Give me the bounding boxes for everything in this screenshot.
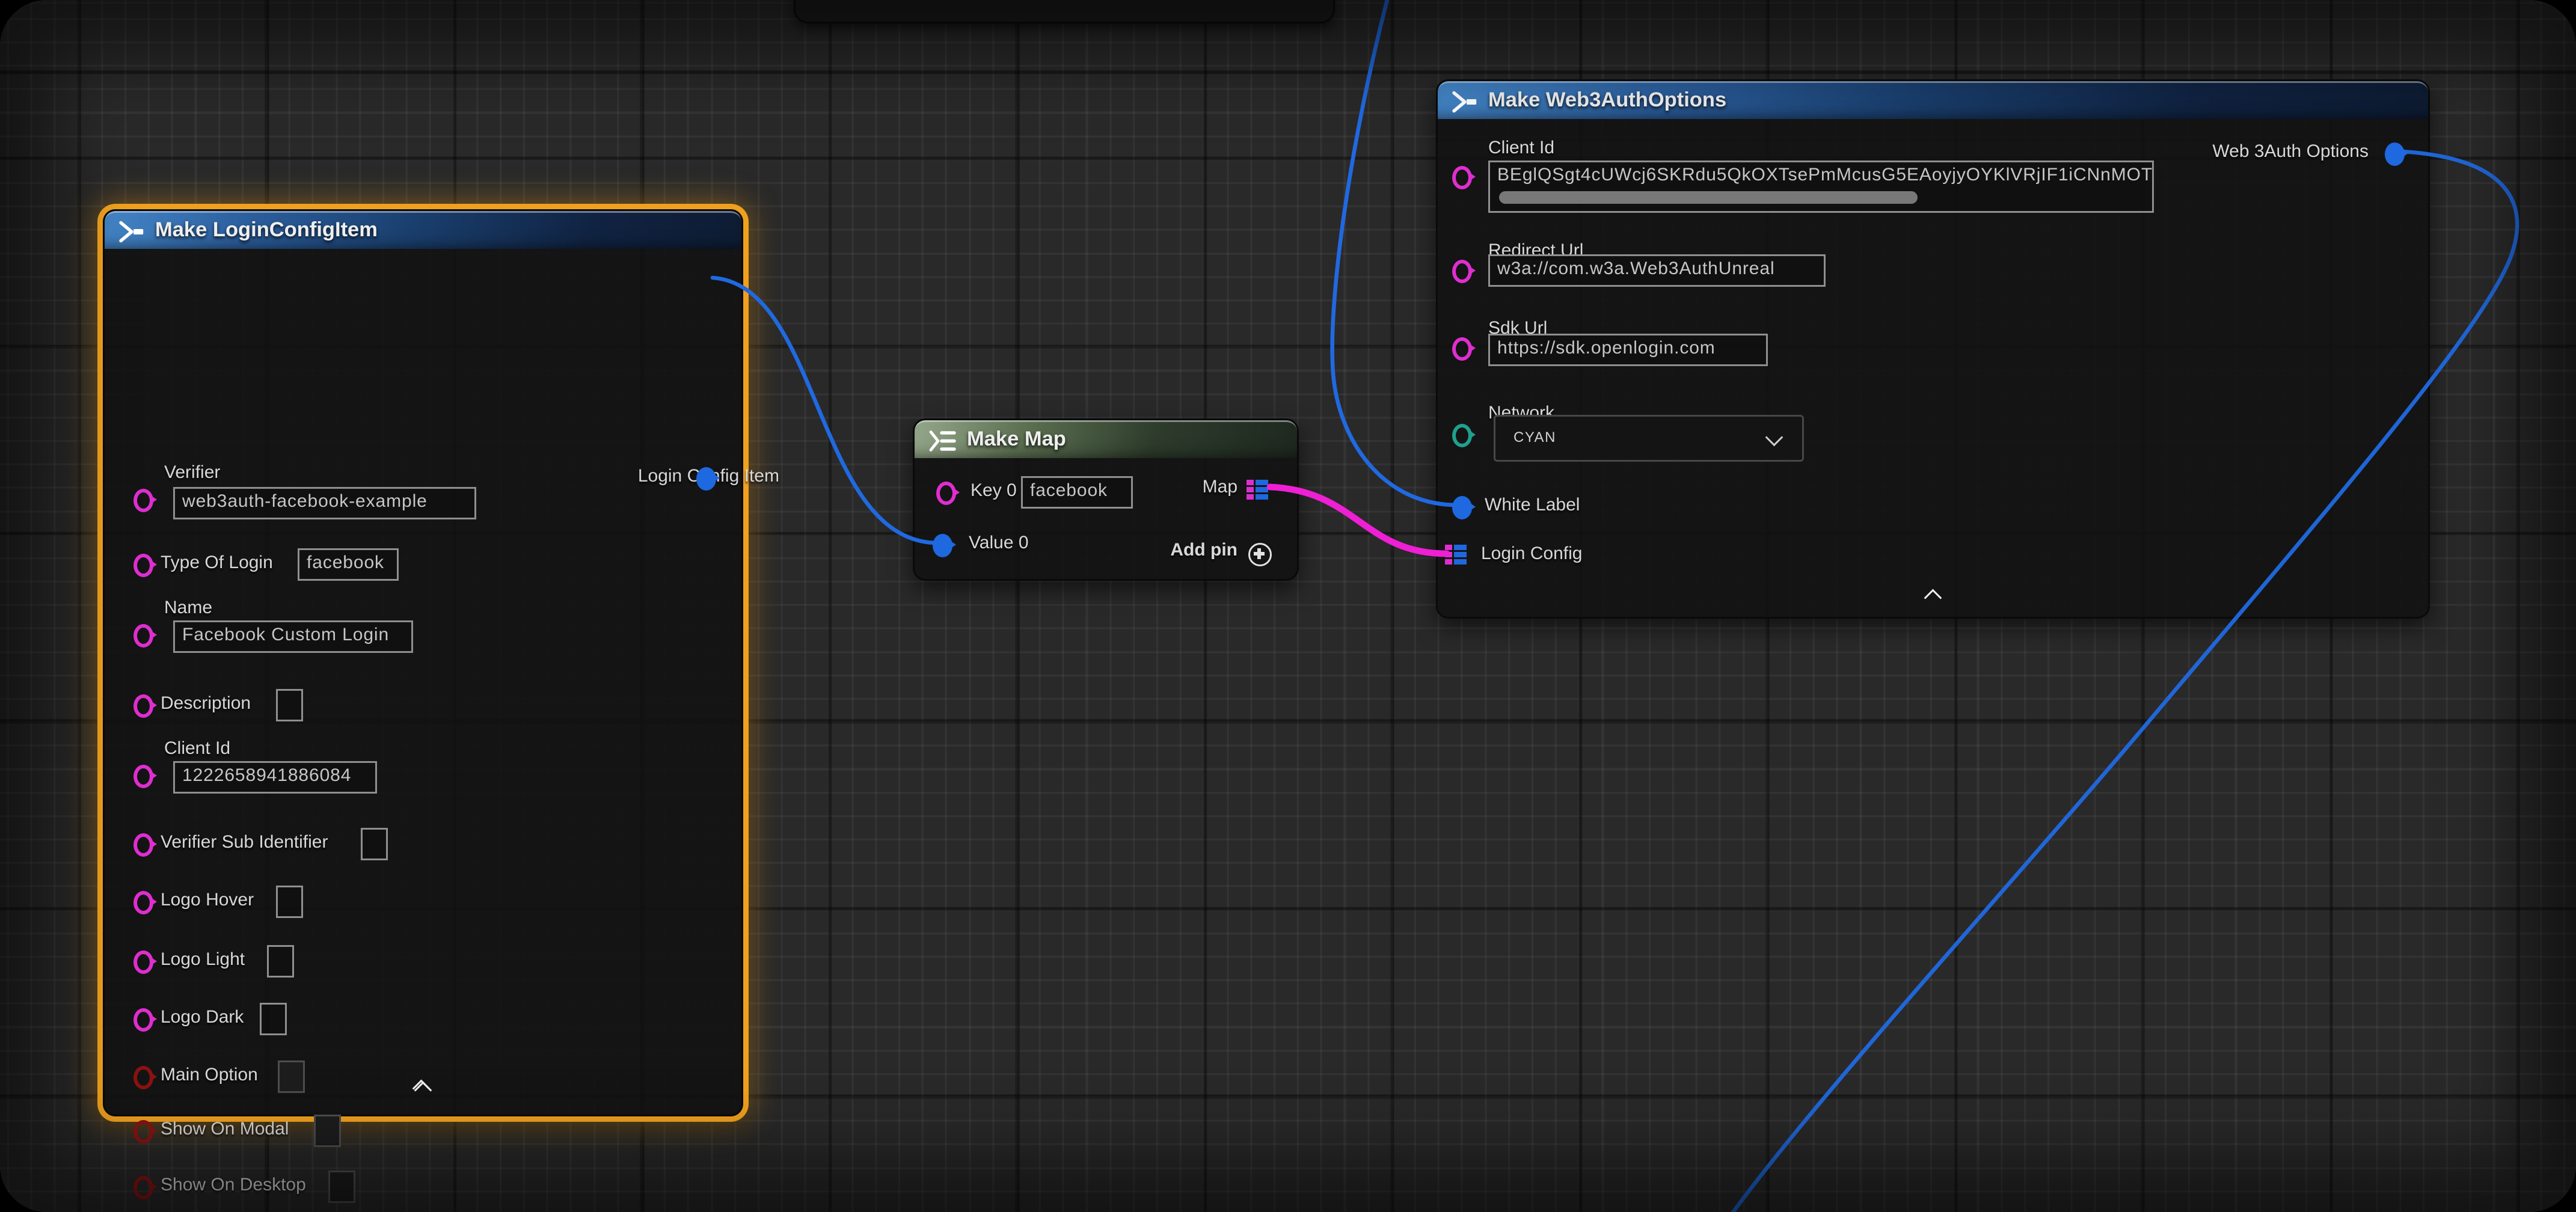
pin-client-id[interactable] [133, 765, 153, 788]
field-label: White Label [1485, 496, 1580, 516]
add-pin-icon[interactable] [1248, 543, 1272, 566]
pin-main-option[interactable] [133, 1066, 153, 1089]
field-label: Login Config [1481, 545, 1582, 565]
node-header[interactable]: Make Map [915, 420, 1297, 458]
field-label: Logo Light [161, 950, 245, 970]
field-label: Key 0 [971, 482, 1017, 501]
node-make-loginconfigitem[interactable]: Make LoginConfigItem Login Config Item V… [103, 209, 743, 1116]
field-label: Main Option [161, 1066, 258, 1086]
make-map-icon [927, 429, 956, 452]
pin-type-of-login[interactable] [133, 554, 153, 577]
output-pin-map[interactable] [1247, 480, 1268, 500]
type-of-login-input[interactable]: facebook [298, 548, 399, 581]
pin-key-0[interactable] [936, 482, 956, 505]
key-0-input[interactable]: facebook [1021, 476, 1133, 509]
node-make-web3authoptions[interactable]: Make Web3AuthOptions Web 3Auth Options C… [1436, 79, 2430, 619]
output-pin-label: Login Config Item [527, 467, 779, 487]
blueprint-canvas[interactable]: Make LoginConfigItem Login Config Item V… [0, 0, 2576, 1212]
node-title: Make Map [967, 429, 1066, 451]
field-label: Logo Dark [161, 1008, 244, 1028]
pin-description[interactable] [133, 694, 153, 718]
redirect-url-input[interactable]: w3a://com.w3a.Web3AuthUnreal [1488, 254, 1826, 287]
pin-show-on-desktop[interactable] [133, 1176, 153, 1199]
client-id-input[interactable]: BEglQSgt4cUWcj6SKRdu5QkOXTsePmMcusG5EAoy… [1488, 161, 2154, 213]
description-input[interactable] [276, 689, 303, 721]
pin-logo-dark[interactable] [133, 1008, 153, 1032]
field-label: Client Id [1488, 139, 1554, 159]
field-label: Name [164, 599, 212, 619]
field-label: Description [161, 694, 251, 714]
node-make-map[interactable]: Make Map Key 0 facebook Map Value 0 Add … [913, 418, 1299, 581]
node-header[interactable]: Make LoginConfigItem [105, 211, 741, 249]
pin-sdk-url[interactable] [1452, 337, 1472, 361]
add-pin-label[interactable]: Add pin [1138, 541, 1237, 561]
pin-value-0[interactable] [933, 534, 952, 557]
field-label: Show On Modal [161, 1120, 289, 1140]
field-label: Verifier [164, 464, 220, 483]
pin-verifier[interactable] [133, 489, 153, 512]
pin-client-id[interactable] [1452, 166, 1472, 189]
client-id-text: BEglQSgt4cUWcj6SKRdu5QkOXTsePmMcusG5EAoy… [1497, 166, 2154, 186]
field-label: Show On Desktop [161, 1176, 306, 1196]
pin-redirect-url[interactable] [1452, 260, 1472, 283]
pin-network[interactable] [1452, 424, 1472, 447]
field-label: Value 0 [969, 534, 1029, 554]
show-on-modal-checkbox[interactable] [314, 1115, 341, 1147]
make-struct-icon [1450, 90, 1477, 113]
pin-show-on-modal[interactable] [133, 1120, 153, 1143]
verifier-sub-identifier-input[interactable] [361, 828, 388, 860]
offscreen-node-edge[interactable] [794, 0, 1335, 23]
pin-logo-light[interactable] [133, 950, 153, 974]
field-label: Client Id [164, 739, 230, 759]
network-selected-value: CYAN [1513, 429, 1556, 445]
verifier-input[interactable]: web3auth-facebook-example [173, 487, 476, 519]
node-title: Make LoginConfigItem [155, 220, 378, 242]
logo-dark-input[interactable] [260, 1003, 287, 1035]
main-option-checkbox[interactable] [278, 1060, 305, 1093]
pin-verifier-sub-identifier[interactable] [133, 833, 153, 857]
field-label: Verifier Sub Identifier [161, 833, 328, 853]
name-input[interactable]: Facebook Custom Login [173, 620, 413, 653]
client-id-input[interactable]: 1222658941886084 [173, 761, 377, 794]
node-header[interactable]: Make Web3AuthOptions [1438, 81, 2428, 119]
input-scrollbar[interactable] [1499, 191, 1918, 204]
logo-light-input[interactable] [267, 945, 294, 978]
pin-white-label[interactable] [1452, 496, 1472, 519]
show-on-desktop-checkbox[interactable] [328, 1171, 355, 1203]
field-label: Type Of Login [161, 554, 273, 574]
output-pin-web3auth-options[interactable] [2385, 142, 2405, 166]
chevron-down-icon [1765, 429, 1783, 447]
pin-name[interactable] [133, 624, 153, 647]
output-pin-login-config-item[interactable] [696, 467, 716, 491]
output-pin-label: Map [1138, 478, 1237, 498]
collapse-node-button[interactable] [411, 1079, 433, 1095]
collapse-node-button[interactable] [1923, 588, 1945, 604]
make-struct-icon [117, 219, 144, 243]
sdk-url-input[interactable]: https://sdk.openlogin.com [1488, 334, 1768, 366]
network-dropdown[interactable]: CYAN [1494, 415, 1804, 462]
logo-hover-input[interactable] [276, 886, 303, 918]
output-pin-label: Web 3Auth Options [2058, 142, 2369, 162]
node-title: Make Web3AuthOptions [1488, 90, 1726, 112]
field-label: Logo Hover [161, 891, 254, 911]
pin-logo-hover[interactable] [133, 891, 153, 914]
